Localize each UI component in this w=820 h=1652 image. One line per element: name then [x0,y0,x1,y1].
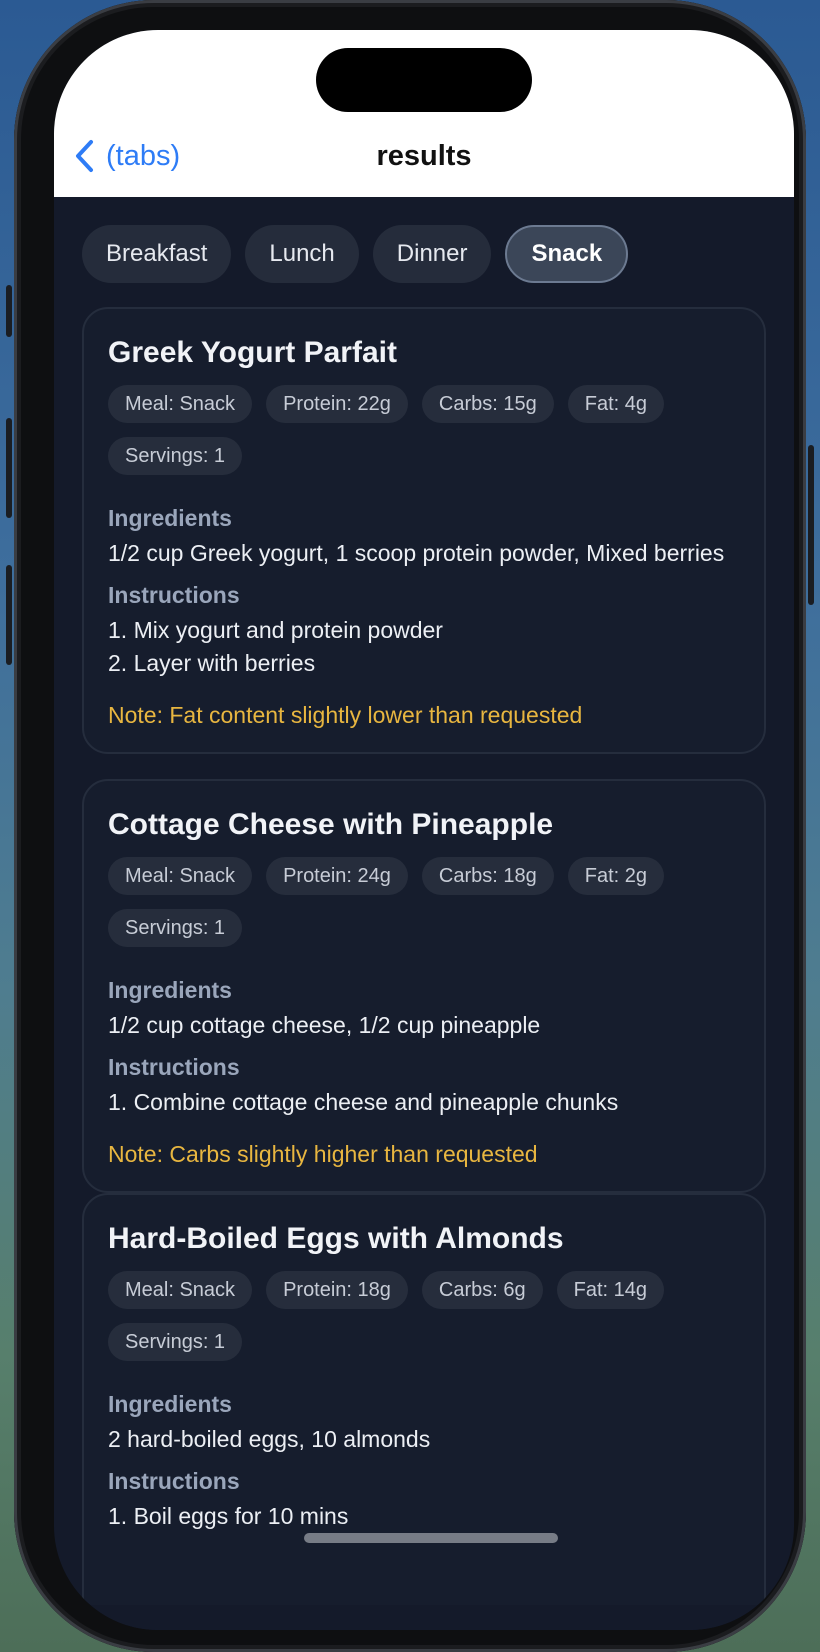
dynamic-island [316,48,532,112]
meal-tabs: Breakfast Lunch Dinner Snack [82,225,629,283]
tab-snack[interactable]: Snack [505,225,629,283]
ingredients-heading: Ingredients [108,1391,232,1417]
servings-chip: Servings: 1 [108,1323,243,1361]
ingredients-text: 1/2 cup Greek yogurt, 1 scoop protein po… [108,540,725,566]
instruction-step: 2. Layer with berries [108,650,316,676]
recipe-card: Hard-Boiled Eggs with Almonds Meal: Snac… [82,1193,766,1605]
servings-chip: Servings: 1 [108,437,243,475]
protein-chip: Protein: 18g [266,1271,408,1309]
volume-down-button [6,565,12,665]
ingredients-heading: Ingredients [108,977,232,1003]
carbs-chip: Carbs: 6g [421,1271,543,1309]
servings-chip: Servings: 1 [108,909,243,947]
protein-chip: Protein: 22g [266,385,408,423]
recipe-title: Greek Yogurt Parfait [108,336,397,369]
recipe-card: Greek Yogurt Parfait Meal: Snack Protein… [82,307,766,754]
instructions-heading: Instructions [108,582,240,608]
recipe-card: Cottage Cheese with Pineapple Meal: Snac… [82,779,766,1193]
instructions-heading: Instructions [108,1054,240,1080]
screen: (tabs) results Breakfast Lunch Dinner Sn… [54,30,794,1630]
meal-chip: Meal: Snack [108,385,253,423]
tab-dinner[interactable]: Dinner [372,225,492,283]
nutrition-chips: Meal: Snack Protein: 24g Carbs: 18g Fat:… [108,857,708,947]
home-indicator[interactable] [304,1533,558,1543]
recipe-title: Hard-Boiled Eggs with Almonds [108,1222,564,1255]
instruction-step: 1. Boil eggs for 10 mins [108,1503,349,1529]
volume-up-button [6,418,12,518]
instruction-step: 1. Combine cottage cheese and pineapple … [108,1089,619,1115]
nutrition-chips: Meal: Snack Protein: 18g Carbs: 6g Fat: … [108,1271,708,1361]
recipe-note: Note: Fat content slightly lower than re… [108,702,583,728]
ingredients-heading: Ingredients [108,505,232,531]
instructions-list: 1. Boil eggs for 10 mins [108,1500,740,1533]
meal-chip: Meal: Snack [108,857,253,895]
page-title: results [376,140,472,172]
instructions-heading: Instructions [108,1468,240,1494]
fat-chip: Fat: 2g [567,857,665,895]
phone-frame: (tabs) results Breakfast Lunch Dinner Sn… [14,0,806,1652]
ingredients-text: 1/2 cup cottage cheese, 1/2 cup pineappl… [108,1012,541,1038]
tab-breakfast[interactable]: Breakfast [82,225,232,283]
fat-chip: Fat: 14g [556,1271,665,1309]
fat-chip: Fat: 4g [567,385,665,423]
power-button [808,445,814,605]
tab-lunch[interactable]: Lunch [245,225,359,283]
carbs-chip: Carbs: 15g [421,385,554,423]
recipe-title: Cottage Cheese with Pineapple [108,808,554,841]
carbs-chip: Carbs: 18g [421,857,554,895]
results-content[interactable]: Breakfast Lunch Dinner Snack Greek Yogur… [54,197,794,1605]
protein-chip: Protein: 24g [266,857,408,895]
ingredients-text: 2 hard-boiled eggs, 10 almonds [108,1426,431,1452]
instructions-list: 1. Combine cottage cheese and pineapple … [108,1086,740,1119]
bottom-safe-area [54,1605,794,1630]
nutrition-chips: Meal: Snack Protein: 22g Carbs: 15g Fat:… [108,385,708,475]
recipe-note: Note: Carbs slightly higher than request… [108,1141,538,1167]
meal-chip: Meal: Snack [108,1271,253,1309]
action-button [6,285,12,337]
instructions-list: 1. Mix yogurt and protein powder 2. Laye… [108,614,740,680]
instruction-step: 1. Mix yogurt and protein powder [108,617,443,643]
